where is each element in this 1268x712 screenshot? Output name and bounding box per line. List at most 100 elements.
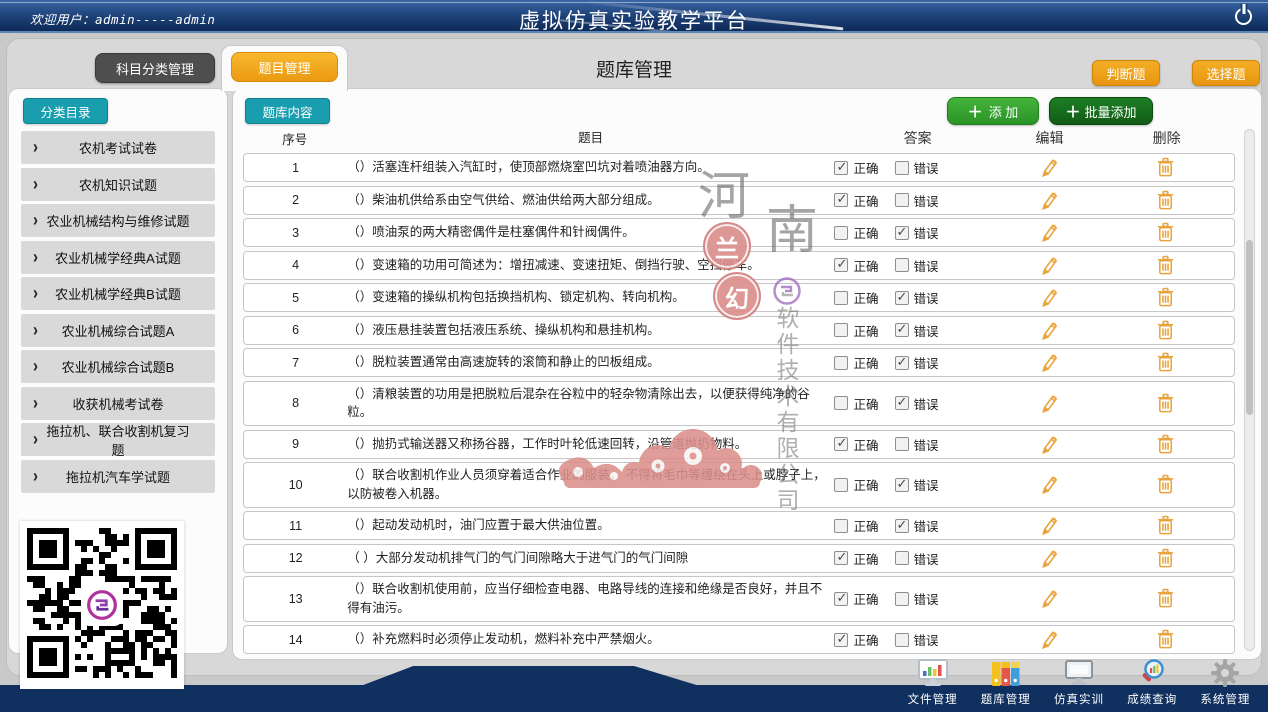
correct-checkbox[interactable] — [834, 161, 848, 175]
dock-item-score-query[interactable]: 成绩查询 — [1116, 655, 1189, 711]
edit-pencil-icon[interactable] — [1038, 393, 1059, 414]
correct-checkbox[interactable] — [834, 592, 848, 606]
answer-correct-option[interactable]: 正确 — [834, 589, 878, 608]
wrong-checkbox[interactable] — [895, 396, 909, 410]
answer-wrong-option[interactable]: 错误 — [895, 589, 939, 608]
choice-question-button[interactable]: 选择题 — [1192, 60, 1260, 86]
dock-item-question-bank[interactable]: 题库管理 — [969, 655, 1042, 711]
answer-correct-option[interactable]: 正确 — [834, 353, 878, 372]
answer-wrong-option[interactable]: 错误 — [895, 435, 939, 454]
answer-correct-option[interactable]: 正确 — [834, 191, 878, 210]
answer-correct-option[interactable]: 正确 — [834, 321, 878, 340]
answer-correct-option[interactable]: 正确 — [834, 475, 878, 494]
tab-question-manage[interactable]: 题目管理 — [231, 52, 338, 82]
delete-trash-icon[interactable] — [1156, 515, 1175, 536]
sidebar-item[interactable]: › 农业机械学经典A试题 — [21, 241, 215, 274]
answer-correct-option[interactable]: 正确 — [834, 223, 878, 242]
edit-pencil-icon[interactable] — [1038, 515, 1059, 536]
wrong-checkbox[interactable] — [895, 633, 909, 647]
answer-wrong-option[interactable]: 错误 — [895, 158, 939, 177]
edit-pencil-icon[interactable] — [1038, 434, 1059, 455]
sidebar-item[interactable]: › 拖拉机、联合收割机复习题 — [21, 423, 215, 456]
answer-wrong-option[interactable]: 错误 — [895, 353, 939, 372]
sidebar-item[interactable]: › 农业机械综合试题B — [21, 350, 215, 383]
delete-trash-icon[interactable] — [1156, 157, 1175, 178]
answer-correct-option[interactable]: 正确 — [834, 288, 878, 307]
delete-trash-icon[interactable] — [1156, 222, 1175, 243]
correct-checkbox[interactable] — [834, 323, 848, 337]
delete-trash-icon[interactable] — [1156, 393, 1175, 414]
delete-trash-icon[interactable] — [1156, 320, 1175, 341]
sidebar-item[interactable]: › 农机知识试题 — [21, 168, 215, 201]
wrong-checkbox[interactable] — [895, 478, 909, 492]
sidebar-item[interactable]: › 收获机械考试卷 — [21, 387, 215, 420]
answer-wrong-option[interactable]: 错误 — [895, 516, 939, 535]
scrollbar-thumb[interactable] — [1246, 240, 1253, 415]
sidebar-item[interactable]: › 农机考试试卷 — [21, 131, 215, 164]
batch-add-button[interactable]: ＋ 批量添加 — [1049, 97, 1153, 125]
delete-trash-icon[interactable] — [1156, 548, 1175, 569]
edit-pencil-icon[interactable] — [1038, 255, 1059, 276]
correct-checkbox[interactable] — [834, 226, 848, 240]
answer-wrong-option[interactable]: 错误 — [895, 288, 939, 307]
answer-correct-option[interactable]: 正确 — [834, 394, 878, 413]
delete-trash-icon[interactable] — [1156, 287, 1175, 308]
answer-wrong-option[interactable]: 错误 — [895, 394, 939, 413]
answer-wrong-option[interactable]: 错误 — [895, 549, 939, 568]
edit-pencil-icon[interactable] — [1038, 588, 1059, 609]
correct-checkbox[interactable] — [834, 478, 848, 492]
edit-pencil-icon[interactable] — [1038, 287, 1059, 308]
sidebar-item[interactable]: › 农业机械结构与维修试题 — [21, 204, 215, 237]
answer-wrong-option[interactable]: 错误 — [895, 321, 939, 340]
sidebar-item[interactable]: › 拖拉机汽车学试题 — [21, 460, 215, 493]
correct-checkbox[interactable] — [834, 437, 848, 451]
answer-correct-option[interactable]: 正确 — [834, 516, 878, 535]
category-directory-button[interactable]: 分类目录 — [23, 98, 108, 124]
wrong-checkbox[interactable] — [895, 437, 909, 451]
answer-correct-option[interactable]: 正确 — [834, 158, 878, 177]
dock-item-system-manage[interactable]: 系统管理 — [1189, 655, 1262, 711]
wrong-checkbox[interactable] — [895, 193, 909, 207]
delete-trash-icon[interactable] — [1156, 588, 1175, 609]
dock-item-simulation[interactable]: 仿真实训 — [1042, 655, 1115, 711]
edit-pencil-icon[interactable] — [1038, 157, 1059, 178]
edit-pencil-icon[interactable] — [1038, 320, 1059, 341]
correct-checkbox[interactable] — [834, 258, 848, 272]
wrong-checkbox[interactable] — [895, 161, 909, 175]
judge-question-button[interactable]: 判断题 — [1092, 60, 1160, 86]
answer-wrong-option[interactable]: 错误 — [895, 223, 939, 242]
answer-wrong-option[interactable]: 错误 — [895, 475, 939, 494]
correct-checkbox[interactable] — [834, 551, 848, 565]
wrong-checkbox[interactable] — [895, 323, 909, 337]
sidebar-item[interactable]: › 农业机械学经典B试题 — [21, 277, 215, 310]
correct-checkbox[interactable] — [834, 356, 848, 370]
edit-pencil-icon[interactable] — [1038, 548, 1059, 569]
answer-correct-option[interactable]: 正确 — [834, 435, 878, 454]
answer-correct-option[interactable]: 正确 — [834, 549, 878, 568]
wrong-checkbox[interactable] — [895, 226, 909, 240]
dock-item-file-manage[interactable]: 文件管理 — [896, 655, 969, 711]
sidebar-item[interactable]: › 农业机械综合试题A — [21, 314, 215, 347]
edit-pencil-icon[interactable] — [1038, 474, 1059, 495]
wrong-checkbox[interactable] — [895, 519, 909, 533]
edit-pencil-icon[interactable] — [1038, 629, 1059, 650]
delete-trash-icon[interactable] — [1156, 629, 1175, 650]
wrong-checkbox[interactable] — [895, 356, 909, 370]
wrong-checkbox[interactable] — [895, 551, 909, 565]
correct-checkbox[interactable] — [834, 291, 848, 305]
delete-trash-icon[interactable] — [1156, 190, 1175, 211]
correct-checkbox[interactable] — [834, 396, 848, 410]
edit-pencil-icon[interactable] — [1038, 222, 1059, 243]
correct-checkbox[interactable] — [834, 193, 848, 207]
wrong-checkbox[interactable] — [895, 291, 909, 305]
delete-trash-icon[interactable] — [1156, 474, 1175, 495]
answer-wrong-option[interactable]: 错误 — [895, 191, 939, 210]
add-button[interactable]: ＋ 添 加 — [947, 97, 1039, 125]
power-icon[interactable] — [1235, 8, 1252, 25]
answer-correct-option[interactable]: 正确 — [834, 256, 878, 275]
delete-trash-icon[interactable] — [1156, 352, 1175, 373]
correct-checkbox[interactable] — [834, 633, 848, 647]
answer-correct-option[interactable]: 正确 — [834, 630, 878, 649]
delete-trash-icon[interactable] — [1156, 434, 1175, 455]
wrong-checkbox[interactable] — [895, 592, 909, 606]
